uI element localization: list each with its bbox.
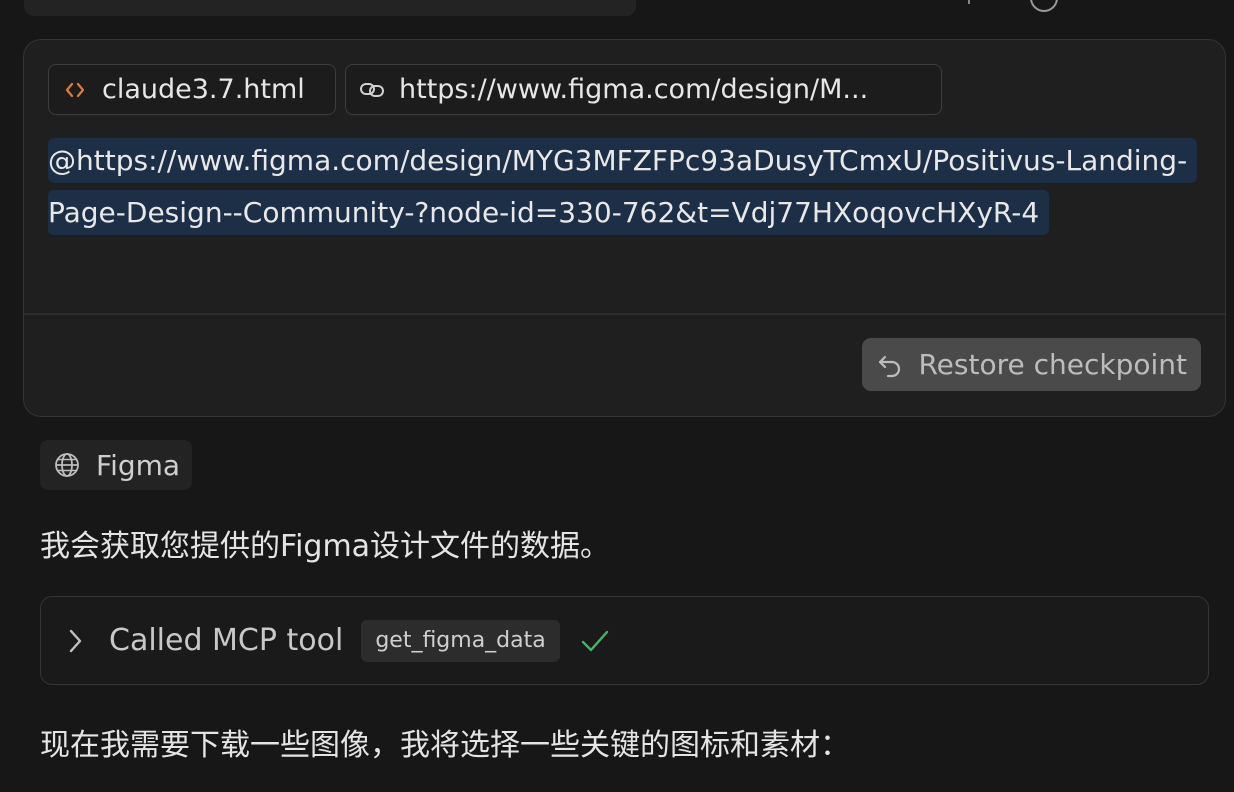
code-icon (62, 77, 88, 103)
tool-name-badge: get_figma_data (361, 619, 560, 662)
source-tag-label: Figma (96, 448, 181, 482)
source-tag-figma[interactable]: Figma (40, 440, 193, 490)
tool-call-label: Called MCP tool (109, 623, 344, 658)
restore-checkpoint-button[interactable]: Restore checkpoint (862, 338, 1201, 391)
previous-message-status-icon (1030, 0, 1058, 12)
mention-url[interactable]: @https://www.figma.com/design/MYG3MFZFPc… (48, 138, 1198, 235)
assistant-followup-text: 现在我需要下载一些图像，我将选择一些关键的图标和素材： (40, 728, 850, 763)
chevron-right-icon[interactable] (65, 626, 87, 656)
tool-call-card[interactable]: Called MCP tool get_figma_data (40, 596, 1209, 685)
restore-checkpoint-label: Restore checkpoint (918, 348, 1187, 381)
previous-message-separator (968, 0, 970, 4)
attachment-chip-link-label: https://www.figma.com/design/M... (399, 74, 869, 105)
card-divider (24, 313, 1225, 315)
message-text: @https://www.figma.com/design/MYG3MFZFPc… (48, 135, 1198, 239)
user-message-card: claude3.7.html https://www.figma.com/des… (23, 39, 1226, 417)
link-icon (359, 77, 385, 103)
undo-icon (876, 350, 906, 380)
check-icon (580, 626, 610, 656)
attachment-chip-file-label: claude3.7.html (102, 74, 305, 105)
globe-icon (54, 451, 82, 479)
attachment-chip-file[interactable]: claude3.7.html (48, 64, 336, 115)
attachment-chip-link[interactable]: https://www.figma.com/design/M... (345, 64, 942, 115)
assistant-intro-text: 我会获取您提供的Figma设计文件的数据。 (40, 529, 611, 564)
previous-message-bar (24, 0, 636, 16)
